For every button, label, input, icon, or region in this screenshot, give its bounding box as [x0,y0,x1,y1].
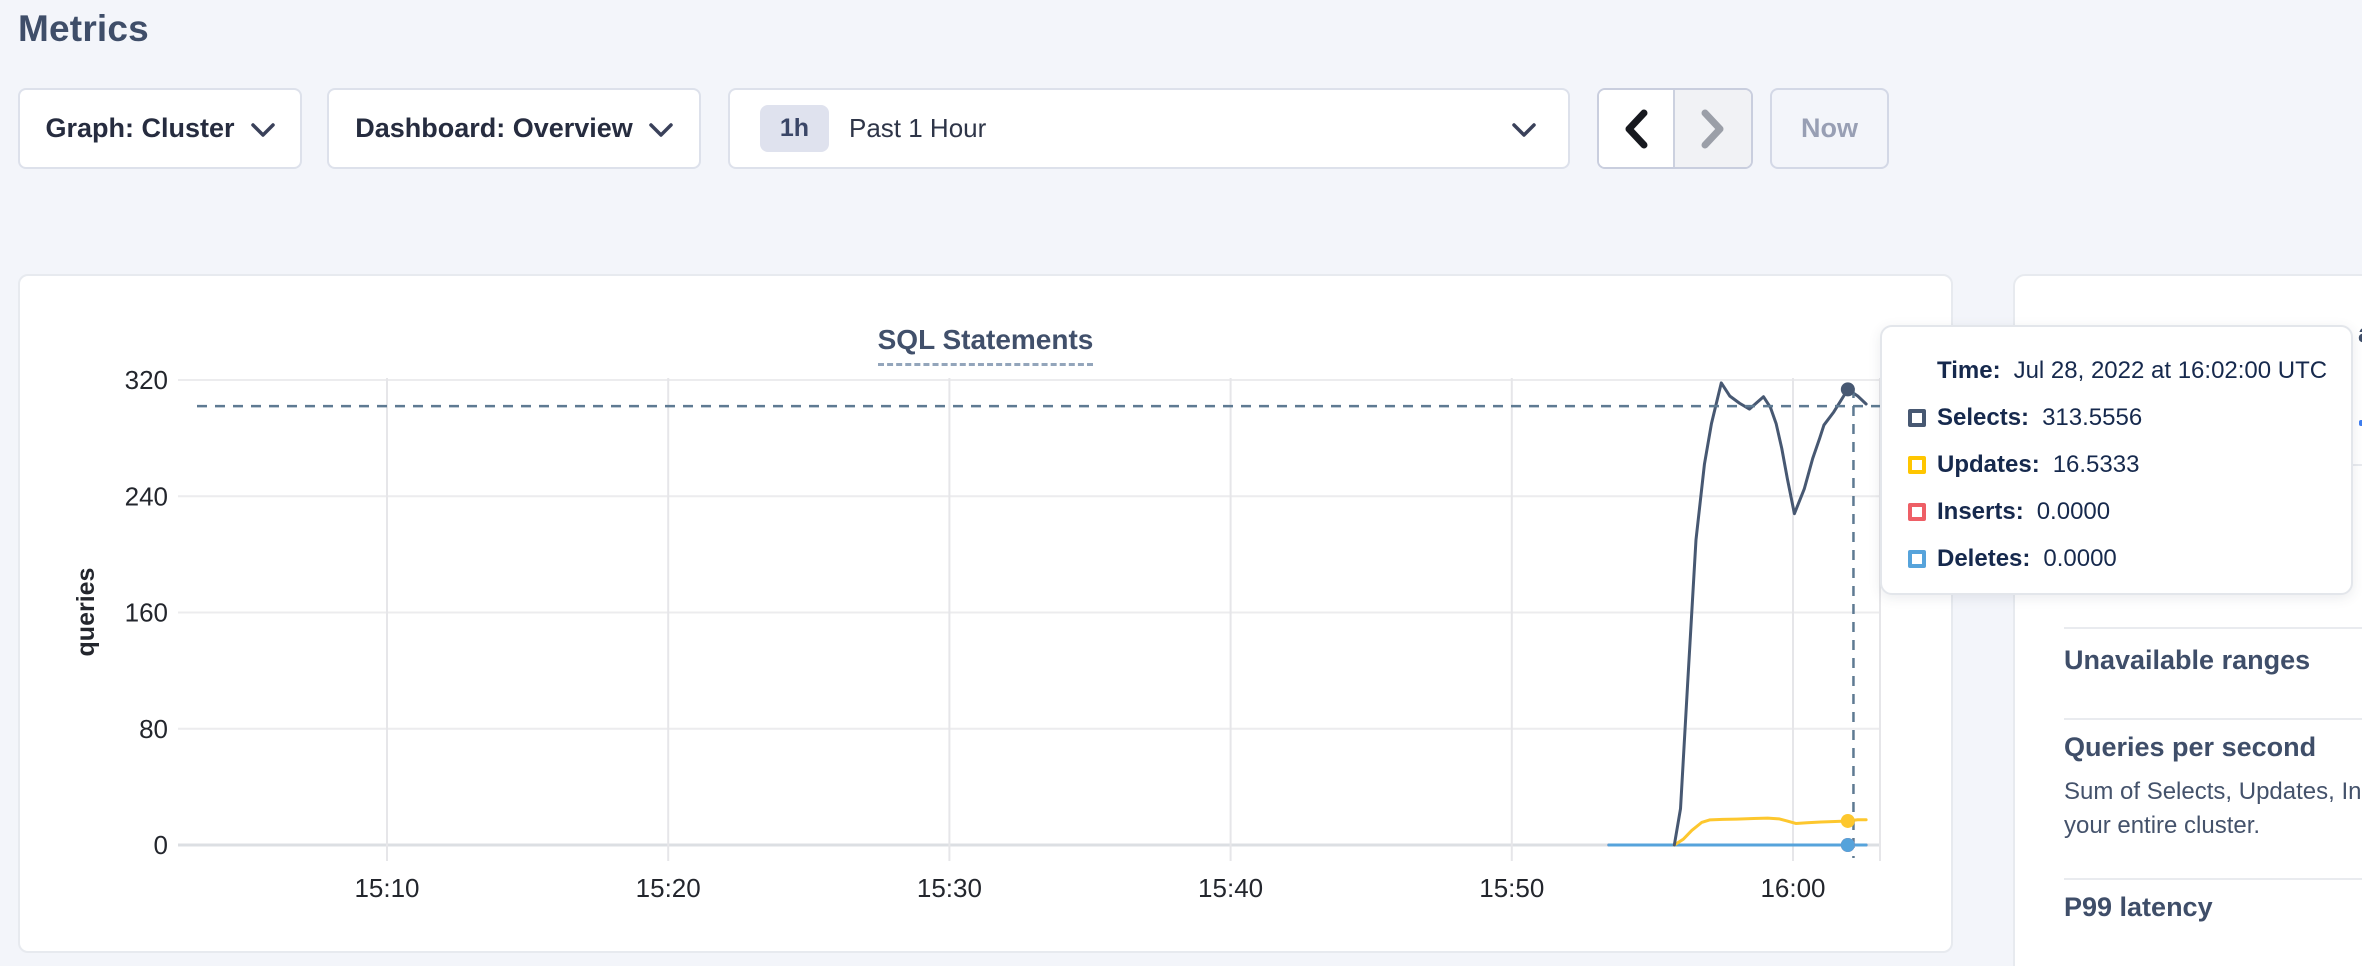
hover-dot-selects [1841,382,1855,396]
now-button[interactable]: Now [1770,88,1889,169]
sidebar-divider [2064,718,2362,720]
time-range-badge: 1h [760,105,829,152]
tooltip-series-row: Deletes: 0.0000 [1908,535,2351,582]
chevron-right-icon [1701,109,1725,149]
sql-statements-chart[interactable]: 0 80 160 240 320 15:10 15:20 15:30 15:40 15:50 16:… [18,274,1953,953]
sidebar-divider [2064,627,2362,629]
dashboard-selector-dropdown[interactable]: Dashboard: Overview [327,88,701,169]
tooltip-series-row: Selects: 313.5556 [1908,394,2351,441]
sidebar-item-qps-heading: Queries per second [2064,732,2316,763]
chart-title-wrap: SQL Statements [20,324,1951,366]
time-range-label: Past 1 Hour [849,113,986,144]
selects-series-swatch-icon [1908,409,1926,427]
page-title: Metrics [18,8,149,50]
chart-hover-tooltip: Time: Jul 28, 2022 at 16:02:00 UTC Selec… [1880,325,2353,595]
series-line-updates [1674,818,1866,845]
tooltip-inserts-label: Inserts: [1937,498,2024,526]
y-axis-label: queries [72,568,100,657]
x-tick-label: 15:10 [354,873,419,903]
updates-series-swatch-icon [1908,456,1926,474]
sidebar-item-qps-desc-line1: Sum of Selects, Updates, Inser [2064,778,2362,806]
x-tick-label: 16:00 [1760,873,1825,903]
inserts-series-swatch-icon [1908,503,1926,521]
graph-selector-label: Graph: Cluster [45,113,234,144]
chevron-down-icon [649,123,673,137]
graph-selector-dropdown[interactable]: Graph: Cluster [18,88,302,169]
x-tick-label: 15:20 [636,873,701,903]
tooltip-time-label: Time: [1937,357,2001,385]
y-tick-label: 0 [154,830,168,860]
x-tick-label: 15:30 [917,873,982,903]
chevron-down-icon [1512,123,1536,137]
time-range-dropdown[interactable]: 1h Past 1 Hour [728,88,1570,169]
y-tick-label: 80 [139,714,168,744]
sidebar-item-p99-latency: P99 latency [2064,892,2213,923]
chevron-down-icon [251,123,275,137]
sidebar-item-qps-desc-line2: your entire cluster. [2064,812,2260,840]
y-tick-label: 240 [125,481,168,511]
y-tick-label: 320 [125,365,168,395]
series-line-selects [1674,383,1866,845]
tooltip-time-value: Jul 28, 2022 at 16:02:00 UTC [2014,357,2328,385]
hover-dot-deletes [1841,838,1855,852]
chart-title[interactable]: SQL Statements [878,324,1094,366]
metrics-page: { "page": { "title": "Metrics", "backgro… [0,0,2362,966]
sql-statements-card: 0 80 160 240 320 15:10 15:20 15:30 15:40 15:50 16:… [18,274,1953,953]
now-button-label: Now [1801,113,1858,144]
tooltip-deletes-label: Deletes: [1937,545,2030,573]
tooltip-selects-label: Selects: [1937,404,2029,432]
tooltip-deletes-value: 0.0000 [2043,545,2116,573]
x-tick-label: 15:40 [1198,873,1263,903]
tooltip-time-row: Time: Jul 28, 2022 at 16:02:00 UTC [1908,347,2351,394]
hover-dot-updates [1841,814,1855,828]
tooltip-updates-value: 16.5333 [2053,451,2140,479]
tooltip-selects-value: 313.5556 [2042,404,2142,432]
previous-timespan-button[interactable] [1599,90,1675,167]
time-step-controls [1597,88,1753,169]
tooltip-series-row: Inserts: 0.0000 [1908,488,2351,535]
clipped-heading-fragment: a [2358,318,2362,349]
deletes-series-swatch-icon [1908,550,1926,568]
dashboard-selector-label: Dashboard: Overview [355,113,633,144]
tooltip-inserts-value: 0.0000 [2037,498,2110,526]
sidebar-divider [2064,878,2362,880]
tooltip-series-row: Updates: 16.5333 [1908,441,2351,488]
chevron-left-icon [1624,109,1648,149]
y-tick-label: 160 [125,598,168,628]
x-tick-label: 15:50 [1479,873,1544,903]
sidebar-item-unavailable-ranges: Unavailable ranges [2064,645,2310,676]
tooltip-updates-label: Updates: [1937,451,2040,479]
next-timespan-button[interactable] [1675,90,1751,167]
